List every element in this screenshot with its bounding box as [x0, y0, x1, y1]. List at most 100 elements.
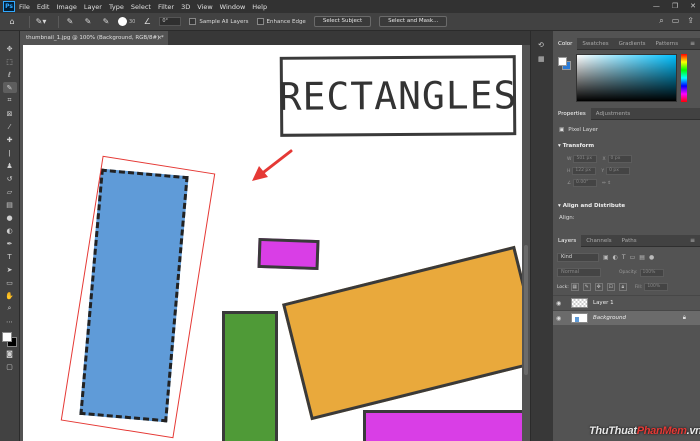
lock-image-icon[interactable]: ✎	[582, 283, 591, 291]
document-tab[interactable]: thumbnail_1.jpg @ 100% (Background, RGB/…	[20, 31, 168, 45]
fill-field[interactable]: 100%	[644, 283, 669, 291]
pen-tool-icon[interactable]: ✒	[3, 238, 17, 249]
lock-position-icon[interactable]: ✥	[594, 283, 603, 291]
filter-smart-object-icon[interactable]: ▤	[639, 254, 645, 261]
marquee-tool-icon[interactable]: ⬚	[3, 56, 17, 67]
kind-filter-select[interactable]: Kind	[557, 253, 599, 262]
history-icon[interactable]: ⟲	[538, 41, 547, 50]
rectangle-tool-icon[interactable]: ▭	[3, 277, 17, 288]
quick-mask-icon[interactable]: ◙	[3, 348, 17, 359]
filter-shape-icon[interactable]: ▭	[630, 254, 636, 261]
enhance-edge-checkbox[interactable]	[256, 18, 264, 25]
color-swatches[interactable]	[1, 332, 18, 348]
visibility-eye-icon[interactable]: ◉	[556, 300, 568, 307]
share-icon[interactable]: ⇪	[687, 16, 694, 26]
menu-image[interactable]: Image	[56, 3, 76, 11]
flip-icon[interactable]: ⇔ ⇕	[602, 181, 611, 186]
tab-swatches[interactable]: Swatches	[577, 38, 613, 50]
canvas[interactable]: RECTANGLES	[23, 45, 522, 441]
vertical-scrollbar[interactable]	[524, 245, 528, 375]
tab-properties[interactable]: Properties	[553, 107, 591, 120]
hue-slider[interactable]	[681, 54, 687, 102]
new-selection-icon[interactable]: ✎	[64, 16, 76, 28]
home-icon[interactable]: ⌂	[6, 16, 18, 28]
opacity-field[interactable]: 100%	[639, 268, 664, 277]
tab-layers[interactable]: Layers	[553, 234, 582, 247]
hand-tool-icon[interactable]: ✋	[3, 290, 17, 301]
visibility-eye-icon[interactable]: ◉	[556, 315, 568, 322]
foreground-color-chip[interactable]	[558, 57, 567, 66]
height-field[interactable]: 122 px	[572, 167, 597, 175]
search-icon[interactable]: ⌕	[659, 16, 663, 26]
tab-patterns[interactable]: Patterns	[650, 38, 683, 50]
lock-artboard-icon[interactable]: ⊡	[606, 283, 615, 291]
blur-tool-icon[interactable]: ●	[3, 212, 17, 223]
tab-gradients[interactable]: Gradients	[614, 38, 651, 50]
dodge-tool-icon[interactable]: ◐	[3, 225, 17, 236]
quick-selection-preset-icon[interactable]: ✎▾	[35, 16, 47, 28]
select-and-mask-button[interactable]: Select and Mask...	[379, 16, 448, 27]
lasso-tool-icon[interactable]: ℓ	[3, 69, 17, 80]
tab-adjustments[interactable]: Adjustments	[591, 108, 635, 120]
lock-transparent-icon[interactable]: ▦	[570, 283, 579, 291]
libraries-icon[interactable]: ▦	[538, 55, 547, 64]
x-field[interactable]: 0 px	[607, 155, 632, 163]
zoom-tool-icon[interactable]: ⌕	[3, 303, 17, 314]
y-field[interactable]: 0 px	[606, 167, 631, 175]
history-brush-tool-icon[interactable]: ↺	[3, 173, 17, 184]
filter-type-icon[interactable]: T	[622, 254, 626, 261]
menu-select[interactable]: Select	[131, 3, 151, 11]
quick-selection-tool-icon[interactable]: ✎	[2, 82, 17, 93]
tab-channels[interactable]: Channels	[581, 235, 616, 247]
close-window-button[interactable]: ✕	[690, 2, 696, 10]
more-tools-icon[interactable]: ⋯	[3, 316, 17, 327]
transform-heading[interactable]: ▾ Transform	[558, 143, 594, 149]
maximize-button[interactable]: ❐	[672, 2, 678, 10]
filter-pixel-icon[interactable]: ▣	[603, 254, 609, 261]
menu-window[interactable]: Window	[220, 3, 246, 11]
healing-brush-tool-icon[interactable]: ✚	[3, 134, 17, 145]
filter-adjustment-icon[interactable]: ◐	[613, 254, 618, 261]
move-tool-icon[interactable]: ✥	[3, 43, 17, 54]
eraser-tool-icon[interactable]: ▱	[3, 186, 17, 197]
tab-color[interactable]: Color	[553, 37, 578, 50]
align-heading[interactable]: ▾ Align and Distribute	[558, 203, 625, 209]
rotation-field[interactable]: 0.00°	[573, 179, 598, 187]
close-document-icon[interactable]: ×	[157, 31, 162, 45]
sample-all-layers-checkbox[interactable]	[189, 18, 197, 25]
screen-mode-icon[interactable]: ▢	[3, 361, 17, 372]
gradient-tool-icon[interactable]: ▤	[3, 199, 17, 210]
menu-layer[interactable]: Layer	[84, 3, 102, 11]
filter-toggle-icon[interactable]: ●	[649, 254, 654, 261]
angle-field[interactable]: 0°	[159, 17, 182, 26]
lock-all-icon[interactable]: 🔒︎	[618, 283, 627, 291]
crop-tool-icon[interactable]: ⌗	[3, 95, 17, 106]
add-to-selection-icon[interactable]: ✎	[82, 16, 94, 28]
panel-menu-icon[interactable]: ≡	[690, 40, 695, 47]
brush-preview-icon[interactable]	[118, 17, 127, 26]
path-selection-tool-icon[interactable]: ➤	[3, 264, 17, 275]
menu-filter[interactable]: Filter	[158, 3, 174, 11]
menu-edit[interactable]: Edit	[37, 3, 50, 11]
layer-row[interactable]: ◉ Background 🔒︎	[553, 310, 700, 325]
color-picker-field[interactable]	[576, 54, 677, 102]
select-subject-button[interactable]: Select Subject	[313, 16, 372, 27]
foreground-color-swatch[interactable]	[1, 332, 12, 342]
eyedropper-tool-icon[interactable]: ⁄	[3, 121, 17, 132]
type-tool-icon[interactable]: T	[3, 251, 17, 262]
workspace-icon[interactable]: ▭	[672, 16, 680, 26]
clone-stamp-tool-icon[interactable]: ♟	[3, 160, 17, 171]
tab-paths[interactable]: Paths	[617, 235, 642, 247]
menu-help[interactable]: Help	[252, 3, 267, 11]
width-field[interactable]: 501 px	[573, 155, 598, 163]
subtract-from-selection-icon[interactable]: ✎	[100, 16, 112, 28]
menu-file[interactable]: File	[19, 3, 30, 11]
panel-menu-icon[interactable]: ≡	[690, 237, 695, 244]
frame-tool-icon[interactable]: ⊠	[3, 108, 17, 119]
layer-row[interactable]: ◉ Layer 1	[553, 295, 700, 310]
menu-type[interactable]: Type	[109, 3, 124, 11]
menu-3d[interactable]: 3D	[181, 3, 190, 11]
blend-mode-select[interactable]: Normal	[557, 268, 601, 277]
brush-tool-icon[interactable]: ǀ	[3, 147, 17, 158]
minimize-button[interactable]: —	[653, 2, 660, 10]
